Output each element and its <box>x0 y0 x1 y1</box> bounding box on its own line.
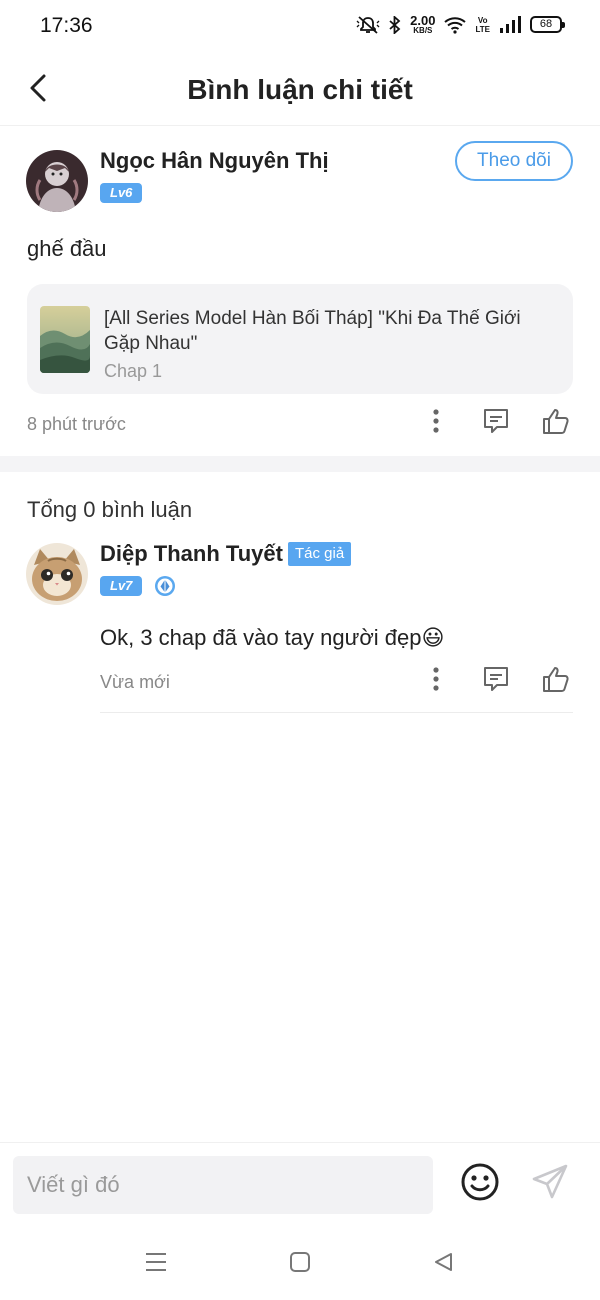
section-divider <box>0 456 600 472</box>
wifi-icon <box>444 16 467 34</box>
page-title: Bình luận chi tiết <box>187 74 413 105</box>
verified-badge-icon <box>154 575 176 597</box>
status-time: 17:36 <box>40 14 93 37</box>
menu-icon <box>144 1251 168 1278</box>
reply-divider <box>100 712 573 713</box>
signal-icon <box>499 15 521 34</box>
comment-input-bar <box>0 1142 600 1228</box>
net-speed: 2.00 KB/S <box>410 14 435 35</box>
volte-bottom: LTE <box>475 24 490 34</box>
square-icon <box>289 1251 311 1278</box>
more-icon <box>432 408 440 439</box>
comment-input[interactable] <box>13 1156 433 1214</box>
series-thumbnail <box>40 306 90 373</box>
nav-menu-button[interactable] <box>138 1246 174 1282</box>
like-button[interactable] <box>539 406 573 440</box>
follow-button[interactable]: Theo dõi <box>455 141 573 181</box>
reply-like-button[interactable] <box>539 664 573 698</box>
status-icons: 2.00 KB/S Vo LTE 68 <box>356 14 565 35</box>
reply-reply-button[interactable] <box>479 664 513 698</box>
nav-home-button[interactable] <box>282 1246 318 1282</box>
header: Bình luận chi tiết <box>0 56 600 126</box>
username[interactable]: Ngọc Hân Nguyên Thị <box>100 148 329 174</box>
nav-back-button[interactable] <box>425 1246 461 1282</box>
series-title: [All Series Model Hàn Bối Tháp] "Khi Đa … <box>104 308 521 354</box>
reply-level-badge: Lv7 <box>100 576 143 596</box>
volte-top: Vo <box>477 15 488 25</box>
mute-icon <box>356 15 380 35</box>
send-button[interactable] <box>528 1162 572 1206</box>
series-chapter: Chap 1 <box>104 361 163 381</box>
more-button[interactable] <box>419 406 453 440</box>
volte-indicator: Vo LTE <box>475 16 490 34</box>
like-icon <box>542 407 570 440</box>
bluetooth-icon <box>389 15 401 34</box>
system-nav-bar <box>0 1228 600 1300</box>
comment-icon <box>482 407 510 440</box>
series-card[interactable]: [All Series Model Hàn Bối Tháp] "Khi Đa … <box>27 284 573 394</box>
reply-username[interactable]: Diệp Thanh Tuyết <box>100 541 283 567</box>
total-comments-label: Tổng 0 bình luận <box>27 497 193 522</box>
comment-text: ghế đầu <box>27 236 107 261</box>
battery-icon: 68 <box>530 16 565 33</box>
comment-time: 8 phút trước <box>27 414 126 434</box>
reply-button[interactable] <box>479 406 513 440</box>
reply-more-button[interactable] <box>419 664 453 698</box>
emoji-button[interactable] <box>458 1162 502 1206</box>
level-badge: Lv6 <box>100 183 143 203</box>
like-icon <box>542 665 570 698</box>
more-icon <box>432 666 440 697</box>
author-tag: Tác giả <box>288 542 352 566</box>
net-speed-unit: KB/S <box>413 26 433 35</box>
reply-text: Ok, 3 chap đã vào tay người đẹp😃 <box>100 625 445 650</box>
reply-time: Vừa mới <box>100 672 170 692</box>
triangle-back-icon <box>432 1251 454 1278</box>
avatar[interactable] <box>26 150 88 212</box>
smiley-icon <box>460 1162 500 1207</box>
comment-icon <box>482 665 510 698</box>
reply-avatar[interactable] <box>26 543 88 605</box>
status-bar: 17:36 2.00 KB/S Vo LTE 68 <box>0 0 600 54</box>
send-icon <box>531 1163 569 1206</box>
